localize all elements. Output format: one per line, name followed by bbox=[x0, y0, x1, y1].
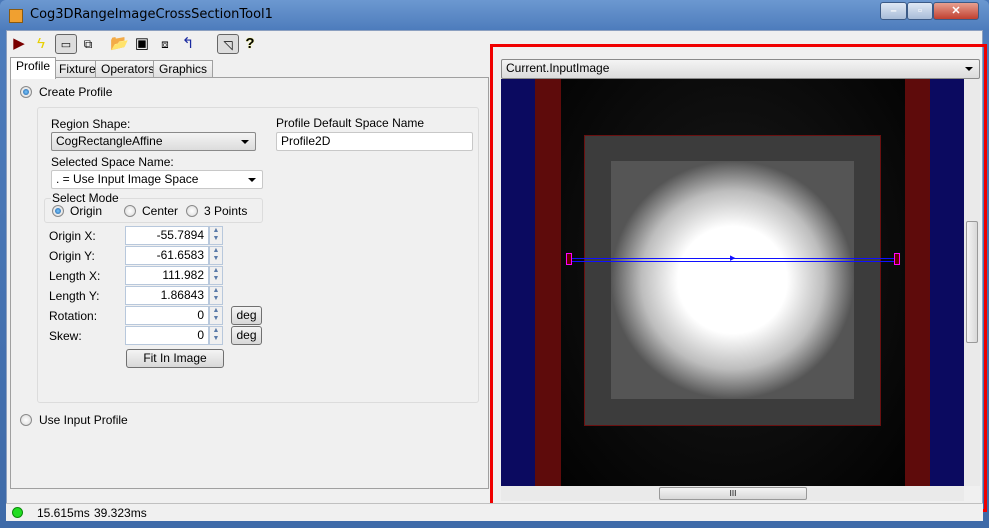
mode-center-radio[interactable] bbox=[124, 205, 136, 217]
float-window-icon[interactable]: ⧉ bbox=[79, 34, 97, 54]
field-input[interactable]: -55.7894 bbox=[125, 226, 209, 245]
save-as-icon[interactable]: ⧈ bbox=[156, 34, 174, 54]
region-shape-value: CogRectangleAffine bbox=[56, 134, 163, 148]
status-time-2: 39.323ms bbox=[94, 506, 147, 520]
spin-arrows-icon: ▲ ▼ bbox=[212, 307, 220, 322]
spinner[interactable]: ▲ ▼ bbox=[209, 266, 223, 285]
mode-center-label: Center bbox=[142, 204, 179, 218]
highlight-box bbox=[490, 44, 987, 512]
mode-origin-label: Origin bbox=[70, 204, 103, 218]
field-input[interactable]: 111.982 bbox=[125, 266, 209, 285]
field-input[interactable]: -61.6583 bbox=[125, 246, 209, 265]
chevron-down-icon bbox=[248, 178, 256, 182]
reset-icon[interactable]: ↰ bbox=[179, 34, 197, 54]
close-button[interactable]: ✕ bbox=[933, 2, 979, 20]
spinner[interactable]: ▲ ▼ bbox=[209, 246, 223, 265]
tab-profile[interactable]: Profile bbox=[10, 57, 57, 79]
create-profile-label: Create Profile bbox=[39, 85, 113, 99]
app-icon bbox=[9, 9, 23, 23]
status-time-1: 15.615ms bbox=[37, 506, 90, 520]
run-icon[interactable]: ▶ bbox=[10, 34, 28, 54]
use-input-profile-label: Use Input Profile bbox=[39, 413, 128, 427]
show-controls-icon[interactable]: ▭ bbox=[55, 34, 77, 54]
help-icon[interactable]: ? bbox=[241, 34, 259, 54]
spin-arrows-icon: ▲ ▼ bbox=[212, 327, 220, 342]
region-shape-label: Region Shape: bbox=[51, 117, 131, 131]
field-label: Length X: bbox=[49, 269, 101, 283]
create-profile-group bbox=[37, 107, 479, 403]
window-title: Cog3DRangeImageCrossSectionTool1 bbox=[30, 7, 273, 22]
spin-arrows-icon: ▲ ▼ bbox=[212, 287, 220, 302]
default-space-label: Profile Default Space Name bbox=[276, 116, 425, 130]
electric-icon[interactable]: ϟ bbox=[32, 34, 50, 54]
open-icon[interactable]: 📂 bbox=[110, 34, 129, 54]
mode-3points-radio[interactable] bbox=[186, 205, 198, 217]
field-label: Origin X: bbox=[49, 229, 96, 243]
region-shape-select[interactable]: CogRectangleAffine bbox=[51, 132, 256, 151]
minimize-button[interactable]: – bbox=[880, 2, 907, 20]
field-label: Rotation: bbox=[49, 309, 98, 323]
field-label: Length Y: bbox=[49, 289, 100, 303]
status-bar bbox=[6, 503, 983, 521]
selected-space-value: . = Use Input Image Space bbox=[56, 172, 199, 186]
graphics-toggle-icon[interactable]: ◹ bbox=[217, 34, 239, 54]
unit-button[interactable]: deg bbox=[231, 326, 262, 345]
unit-button[interactable]: deg bbox=[231, 306, 262, 325]
use-input-profile-radio[interactable] bbox=[20, 414, 32, 426]
select-mode-label: Select Mode bbox=[51, 191, 120, 205]
create-profile-radio[interactable] bbox=[20, 86, 32, 98]
spinner[interactable]: ▲ ▼ bbox=[209, 226, 223, 245]
spin-arrows-icon: ▲ ▼ bbox=[212, 227, 220, 242]
selected-space-select[interactable]: . = Use Input Image Space bbox=[51, 170, 263, 189]
field-input[interactable]: 0 bbox=[125, 306, 209, 325]
tab-graphics[interactable]: Graphics bbox=[153, 60, 214, 78]
field-label: Skew: bbox=[49, 329, 82, 343]
spin-arrows-icon: ▲ ▼ bbox=[212, 247, 220, 262]
selected-space-label: Selected Space Name: bbox=[51, 155, 174, 169]
spinner[interactable]: ▲ ▼ bbox=[209, 326, 223, 345]
save-icon[interactable]: ▣ bbox=[133, 34, 151, 54]
fit-in-image-button[interactable]: Fit In Image bbox=[126, 349, 224, 368]
spin-arrows-icon: ▲ ▼ bbox=[212, 267, 220, 282]
default-space-input[interactable]: Profile2D bbox=[276, 132, 473, 151]
status-indicator-icon bbox=[12, 507, 23, 518]
field-label: Origin Y: bbox=[49, 249, 95, 263]
spinner[interactable]: ▲ ▼ bbox=[209, 306, 223, 325]
tab-operators[interactable]: Operators bbox=[95, 60, 161, 78]
field-input[interactable]: 1.86843 bbox=[125, 286, 209, 305]
mode-origin-radio[interactable] bbox=[52, 205, 64, 217]
spinner[interactable]: ▲ ▼ bbox=[209, 286, 223, 305]
field-input[interactable]: 0 bbox=[125, 326, 209, 345]
maximize-button[interactable]: ▫ bbox=[907, 2, 933, 20]
mode-3points-label: 3 Points bbox=[204, 204, 248, 218]
chevron-down-icon bbox=[241, 140, 249, 144]
